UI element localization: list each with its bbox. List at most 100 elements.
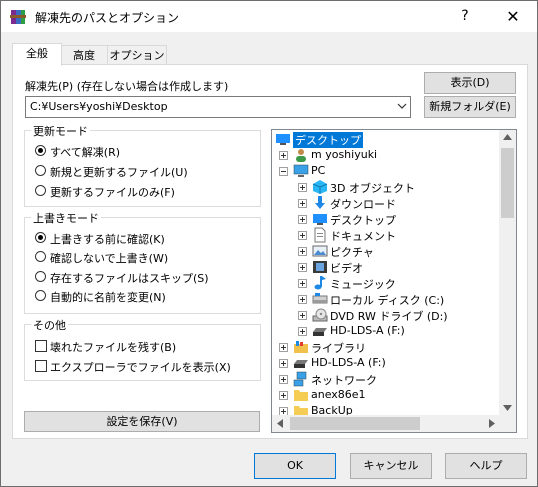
misc-option-label: 壊れたファイルを残す(B) bbox=[50, 341, 177, 354]
folder-tree[interactable]: デスクトップ m yoshiyuki PC 3D オブジェクト ダウンロード デ… bbox=[271, 129, 517, 433]
dialog-window: 解凍先のパスとオプション ? ✕ 全般 高度 オプション 解凍先(P) (存在し… bbox=[0, 0, 538, 487]
title-bar: 解凍先のパスとオプション ? ✕ bbox=[1, 1, 537, 32]
radio-unselected[interactable] bbox=[35, 290, 46, 301]
tab-panel-general: 解凍先(P) (存在しない場合は作成します) C:¥Users¥yoshi¥De… bbox=[12, 64, 528, 439]
overwrite-mode-title: 上書きモード bbox=[31, 210, 101, 226]
destination-path-value: C:¥Users¥yoshi¥Desktop bbox=[30, 100, 168, 113]
radio-unselected[interactable] bbox=[35, 185, 46, 196]
scroll-thumb[interactable] bbox=[501, 148, 514, 218]
misc-group: その他 壊れたファイルを残す(B) エクスプローラでファイルを表示(X) bbox=[24, 317, 261, 381]
tree-item-label: m yoshiyuki bbox=[311, 148, 378, 161]
scroll-up-arrow-icon[interactable] bbox=[503, 134, 512, 140]
update-mode-group: 更新モード すべて解凍(R) 新規と更新するファイル(U) 更新するファイルのみ… bbox=[24, 123, 261, 207]
expand-toggle[interactable] bbox=[298, 327, 307, 336]
misc-option-label: エクスプローラでファイルを表示(X) bbox=[50, 361, 231, 374]
checkbox[interactable] bbox=[35, 340, 47, 352]
scroll-thumb-horizontal[interactable] bbox=[290, 417, 420, 430]
tab-general[interactable]: 全般 bbox=[12, 43, 62, 66]
radio-unselected[interactable] bbox=[35, 251, 46, 262]
tree-item-label: ドキュメント bbox=[330, 230, 396, 243]
tree-item-label: DVD RW ドライブ (D:) bbox=[330, 310, 448, 323]
ok-button[interactable]: OK bbox=[254, 453, 336, 479]
update-option-label: すべて解凍(R) bbox=[50, 146, 121, 159]
expand-toggle[interactable] bbox=[298, 199, 307, 208]
update-option-label: 新規と更新するファイル(U) bbox=[50, 166, 188, 179]
tree-item-label: anex86e1 bbox=[311, 388, 366, 401]
expand-toggle[interactable] bbox=[298, 279, 307, 288]
tree-item-label: ピクチャ bbox=[330, 246, 374, 259]
radio-selected[interactable] bbox=[35, 145, 46, 156]
collapse-toggle[interactable] bbox=[279, 167, 288, 176]
pictures-icon bbox=[312, 245, 328, 257]
overwrite-option-label: 存在するファイルはスキップ(S) bbox=[50, 272, 209, 285]
update-option-label: 更新するファイルのみ(F) bbox=[50, 186, 175, 199]
expand-toggle[interactable] bbox=[298, 183, 307, 192]
expand-toggle[interactable] bbox=[279, 151, 288, 160]
overwrite-option-label: 上書きする前に確認(K) bbox=[50, 233, 165, 246]
scroll-down-arrow-icon[interactable] bbox=[503, 405, 512, 411]
scroll-right-arrow-icon[interactable] bbox=[489, 419, 495, 428]
radio-selected[interactable] bbox=[35, 232, 46, 243]
help-title-button[interactable]: ? bbox=[442, 1, 488, 32]
pc-icon bbox=[293, 164, 309, 177]
download-icon bbox=[315, 196, 325, 209]
tree-item-label: HD-LDS-A (F:) bbox=[330, 324, 405, 337]
tree-item-label: ローカル ディスク (C:) bbox=[330, 294, 445, 307]
expand-toggle[interactable] bbox=[298, 311, 307, 320]
tree-item-label: ビデオ bbox=[330, 262, 363, 275]
disk-icon bbox=[312, 293, 328, 304]
radio-unselected[interactable] bbox=[35, 165, 46, 176]
expand-toggle[interactable] bbox=[298, 215, 307, 224]
tab-options[interactable]: オプション bbox=[107, 45, 167, 65]
music-icon bbox=[314, 276, 326, 290]
tree-item-label: ダウンロード bbox=[330, 198, 396, 211]
network-icon bbox=[293, 371, 307, 387]
new-folder-button[interactable]: 新規フォルダ(E) bbox=[424, 96, 516, 118]
drive-icon bbox=[313, 328, 327, 336]
destination-path-combobox[interactable]: C:¥Users¥yoshi¥Desktop bbox=[25, 96, 411, 118]
chevron-down-icon[interactable] bbox=[396, 100, 408, 112]
overwrite-option-label: 自動的に名前を変更(N) bbox=[50, 291, 166, 304]
dvd-icon bbox=[312, 308, 328, 322]
checkbox[interactable] bbox=[35, 360, 47, 372]
show-button[interactable]: 表示(D) bbox=[424, 72, 516, 94]
overwrite-mode-group: 上書きモード 上書きする前に確認(K) 確認しないで上書き(W) 存在するファイ… bbox=[24, 210, 261, 314]
vertical-scrollbar[interactable] bbox=[499, 130, 516, 415]
tree-item-label: ミュージック bbox=[330, 278, 396, 291]
close-button[interactable]: ✕ bbox=[490, 1, 536, 32]
tree-item-label: PC bbox=[311, 164, 326, 177]
save-settings-button[interactable]: 設定を保存(V) bbox=[24, 411, 260, 432]
desktop-icon bbox=[313, 214, 327, 225]
tree-item-label: ライブラリ bbox=[311, 342, 366, 355]
expand-toggle[interactable] bbox=[298, 263, 307, 272]
tree-item-label: ネットワーク bbox=[311, 374, 377, 387]
tree-item-label: デスクトップ bbox=[330, 214, 396, 227]
update-mode-title: 更新モード bbox=[31, 123, 90, 139]
expand-toggle[interactable] bbox=[298, 295, 307, 304]
radio-unselected[interactable] bbox=[35, 271, 46, 282]
cancel-button[interactable]: キャンセル bbox=[350, 453, 432, 479]
expand-toggle[interactable] bbox=[279, 375, 288, 384]
expand-toggle[interactable] bbox=[298, 247, 307, 256]
tree-item-label: HD-LDS-A (F:) bbox=[311, 356, 386, 369]
desktop-icon bbox=[276, 134, 290, 145]
scroll-left-arrow-icon[interactable] bbox=[277, 419, 283, 428]
destination-label: 解凍先(P) (存在しない場合は作成します) bbox=[25, 80, 229, 93]
help-button[interactable]: ヘルプ bbox=[445, 453, 527, 479]
document-icon bbox=[314, 227, 326, 243]
user-icon bbox=[296, 149, 306, 162]
expand-toggle[interactable] bbox=[279, 359, 288, 368]
tree-item-label: 3D オブジェクト bbox=[330, 182, 415, 195]
3d-objects-icon bbox=[312, 180, 328, 194]
expand-toggle[interactable] bbox=[279, 391, 288, 400]
expand-toggle[interactable] bbox=[298, 231, 307, 240]
library-icon bbox=[294, 341, 308, 353]
window-title: 解凍先のパスとオプション bbox=[35, 11, 180, 25]
tab-advanced[interactable]: 高度 bbox=[60, 45, 108, 65]
overwrite-option-label: 確認しないで上書き(W) bbox=[50, 252, 169, 265]
winrar-app-icon bbox=[10, 10, 26, 24]
horizontal-scrollbar[interactable] bbox=[272, 415, 516, 432]
folder-icon bbox=[294, 390, 308, 401]
misc-title: その他 bbox=[31, 317, 68, 333]
expand-toggle[interactable] bbox=[279, 343, 288, 352]
